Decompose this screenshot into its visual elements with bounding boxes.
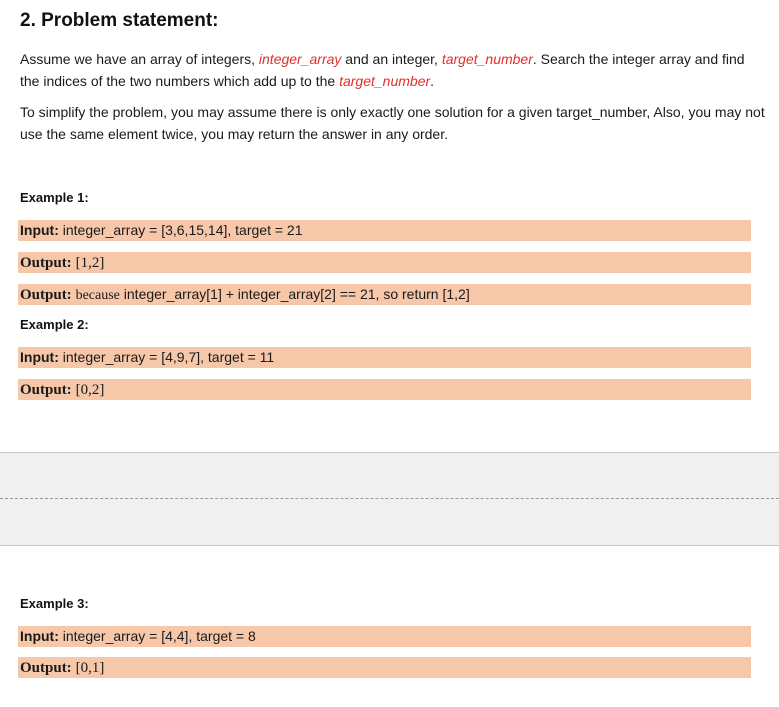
input-value: integer_array = [4,9,7], target = 11	[62, 349, 275, 365]
input-label: Input:	[20, 628, 59, 644]
example-3-output-row: Output: [0,1]	[18, 657, 751, 678]
simplification-note: To simplify the problem, you may assume …	[20, 104, 765, 142]
page-break	[0, 452, 779, 546]
description-text: Assume we have an array of integers,	[20, 51, 259, 67]
problem-description: Assume we have an array of integers, int…	[20, 48, 765, 92]
integer-array-term: integer_array	[258, 51, 342, 67]
example-2-output-row: Output: [0,2]	[18, 379, 751, 400]
section-heading: 2. Problem statement:	[20, 10, 219, 31]
output-label: Output:	[20, 255, 72, 271]
example-1-explanation-row: Output: because integer_array[1] + integ…	[18, 284, 751, 305]
target-number-term: target_number	[339, 73, 431, 89]
example-2-title: Example 2:	[20, 317, 89, 332]
description-text: .	[430, 73, 435, 89]
example-1-output-row: Output: [1,2]	[18, 252, 751, 273]
input-value: integer_array = [3,6,15,14], target = 21	[62, 222, 303, 238]
page-break-divider	[0, 498, 779, 499]
output-label: Output:	[20, 660, 72, 676]
output-value: [0,1]	[75, 660, 105, 676]
explanation-because: because	[75, 288, 120, 303]
output-value: [0,2]	[75, 382, 105, 398]
example-1-title: Example 1:	[20, 190, 89, 205]
output-value: [1,2]	[75, 255, 105, 271]
explanation-label: Output:	[20, 287, 72, 303]
example-3-input-row: Input: integer_array = [4,4], target = 8	[18, 626, 751, 647]
input-label: Input:	[20, 222, 59, 238]
target-number-term: target_number	[441, 51, 533, 67]
example-3-title: Example 3:	[20, 596, 89, 611]
output-label: Output:	[20, 382, 72, 398]
description-text: and an integer,	[341, 51, 442, 67]
input-value: integer_array = [4,4], target = 8	[62, 628, 256, 644]
explanation-value: integer_array[1] + integer_array[2] == 2…	[123, 286, 470, 302]
example-1-input-row: Input: integer_array = [3,6,15,14], targ…	[18, 220, 751, 241]
example-2-input-row: Input: integer_array = [4,9,7], target =…	[18, 347, 751, 368]
input-label: Input:	[20, 349, 59, 365]
